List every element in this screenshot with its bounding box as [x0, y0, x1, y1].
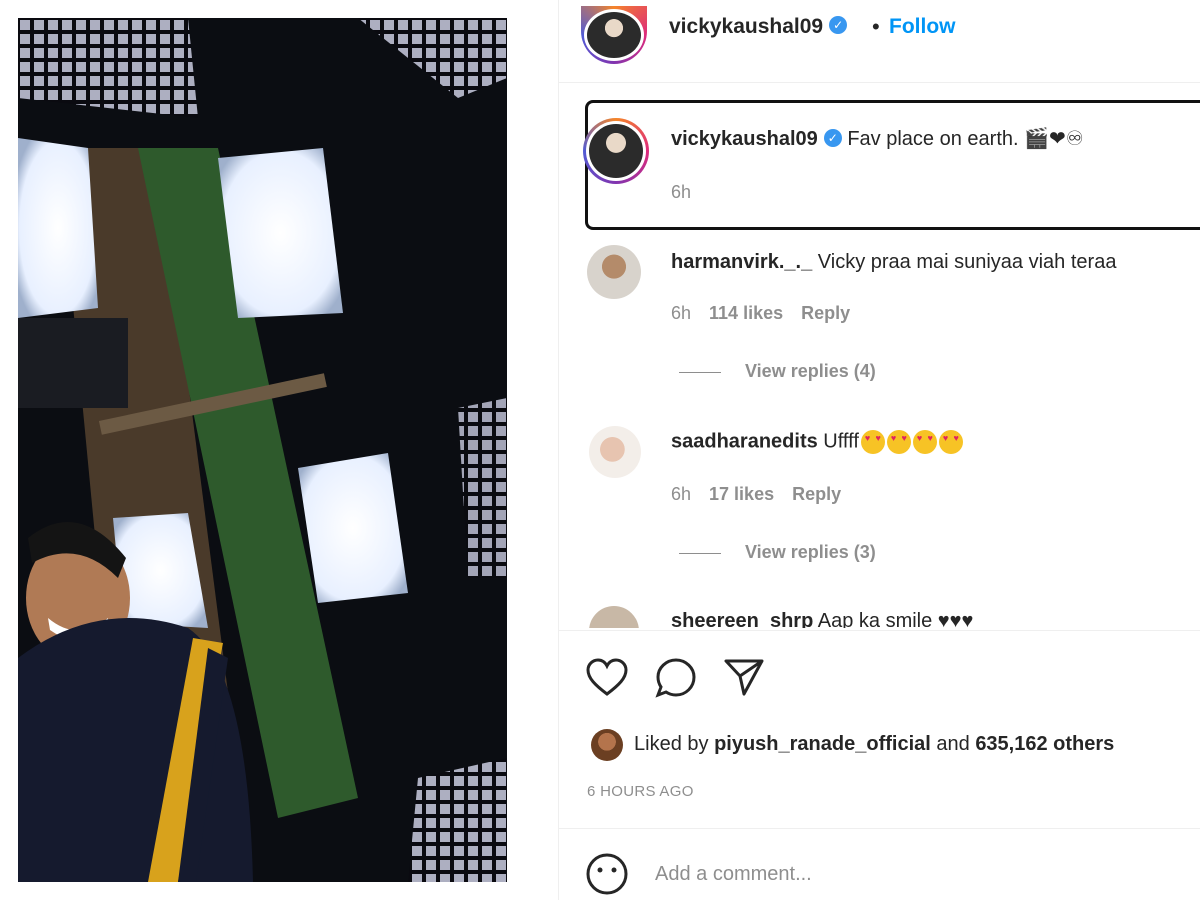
reply-button[interactable]: Reply [801, 303, 850, 323]
comment-username[interactable]: sheereen_shrp [671, 610, 813, 628]
comment-avatar[interactable] [589, 606, 639, 628]
comment-username[interactable]: harmanvirk._._ [671, 251, 812, 273]
comment-avatar[interactable] [587, 245, 641, 299]
view-replies-button[interactable]: View replies (4) [679, 361, 876, 382]
heart-eyes-emoji [886, 430, 911, 454]
view-replies-button[interactable]: View replies (3) [679, 542, 876, 563]
likes-count[interactable]: 635,162 others [975, 733, 1114, 755]
header-divider [559, 82, 1200, 83]
comment-row: harmanvirk._._ Vicky praa mai suniyaa vi… [671, 251, 1116, 274]
post-panel: vickykaushal09 ✓ • Follow vickykaushal09 ✓… [558, 0, 1200, 900]
replies-line [679, 552, 721, 554]
view-replies-label: View replies (3) [745, 542, 876, 562]
caption-avatar[interactable] [583, 118, 649, 184]
comment-likes[interactable]: 17 likes [709, 484, 774, 504]
add-comment-divider [559, 828, 1200, 829]
caption-highlight [585, 100, 1200, 230]
comment-text: Vicky praa mai suniyaa viah teraa [817, 251, 1117, 273]
post-photo-art [18, 18, 507, 882]
author-avatar[interactable] [581, 6, 647, 64]
replies-line [679, 371, 721, 373]
comment-row: sheereen_shrp Aap ka smile ♥♥♥ [671, 610, 973, 628]
likes-prefix: Liked by [634, 733, 709, 755]
follow-button[interactable]: Follow [889, 15, 956, 39]
verified-icon: ✓ [823, 128, 842, 147]
likes-summary[interactable]: Liked by piyush_ranade_official and 635,… [634, 733, 1114, 756]
comment-username[interactable]: saadharanedits [671, 430, 818, 452]
reply-button[interactable]: Reply [792, 484, 841, 504]
comment-text: Uffff [823, 430, 859, 453]
view-replies-label: View replies (4) [745, 361, 876, 381]
caption-time[interactable]: 6h [671, 182, 691, 203]
caption-row: vickykaushal09 ✓ Fav place on earth. 🎬❤♾ [671, 126, 1084, 151]
liker-avatar[interactable] [591, 729, 623, 761]
emoji-icon[interactable] [585, 852, 629, 896]
comment-likes[interactable]: 114 likes [709, 303, 783, 323]
heart-icon[interactable] [585, 658, 629, 698]
likes-middle: and [936, 733, 970, 755]
comment-clip: sheereen_shrp Aap ka smile ♥♥♥ [559, 600, 1200, 628]
heart-eyes-emoji [912, 430, 937, 454]
caption-text: Fav place on earth. 🎬❤♾ [847, 128, 1084, 150]
comment-time[interactable]: 6h [671, 484, 691, 504]
comment-icon[interactable] [654, 657, 698, 699]
comments-divider [559, 630, 1200, 631]
comment-meta: 6h 17 likes Reply [671, 484, 859, 505]
comment-text: Aap ka smile [817, 610, 933, 628]
post-time[interactable]: 6 HOURS AGO [587, 783, 694, 800]
heart-eyes-emoji [938, 430, 963, 454]
comment-row: saadharanedits Uffff [671, 430, 963, 454]
comment-avatar[interactable] [589, 426, 641, 478]
post-photo[interactable] [18, 18, 507, 882]
share-icon[interactable] [722, 656, 766, 698]
likes-user[interactable]: piyush_ranade_official [714, 733, 931, 755]
comment-meta: 6h 114 likes Reply [671, 303, 868, 324]
header-username[interactable]: vickykaushal09 ✓ [669, 15, 848, 39]
caption-username[interactable]: vickykaushal09 [671, 128, 818, 150]
add-comment-input[interactable]: Add a comment... [655, 863, 812, 886]
heart-eyes-emoji [860, 430, 885, 454]
header-separator: • [872, 14, 880, 39]
verified-icon: ✓ [829, 16, 848, 35]
header-username-text[interactable]: vickykaushal09 [669, 15, 823, 38]
comment-time[interactable]: 6h [671, 303, 691, 323]
